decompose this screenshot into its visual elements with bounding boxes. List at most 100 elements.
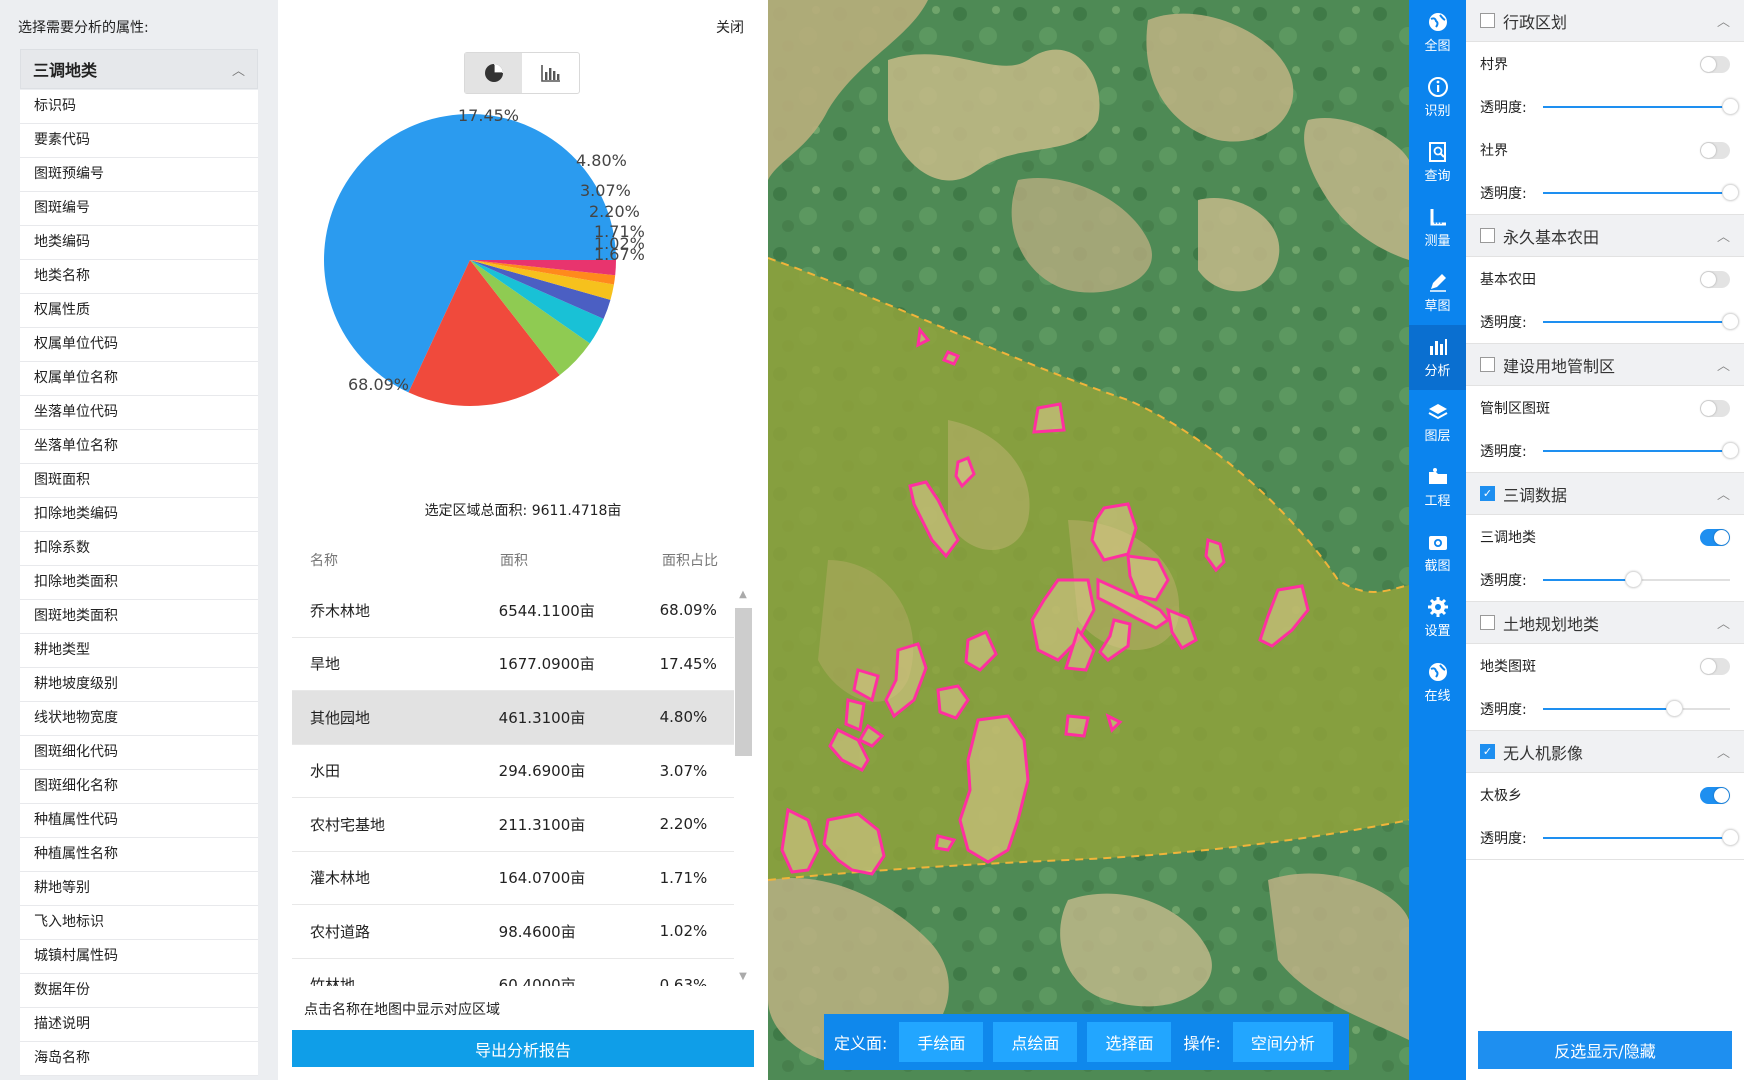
map-view[interactable]: 定义面: 手绘面 点绘面 选择面 操作: 空间分析: [768, 0, 1409, 1080]
tool-globe[interactable]: 在线: [1409, 650, 1466, 715]
attribute-item[interactable]: 耕地坡度级别: [20, 668, 258, 702]
attribute-item[interactable]: 地类名称: [20, 260, 258, 294]
layer-toggle[interactable]: [1700, 657, 1730, 675]
table-row[interactable]: 竹林地 60.4000亩 0.63%: [292, 959, 734, 986]
chevron-up-icon[interactable]: ︿: [1717, 226, 1730, 245]
scroll-down-icon[interactable]: ▼: [733, 968, 753, 986]
layer-section-header[interactable]: ✓ 无人机影像 ︿: [1466, 731, 1744, 773]
attribute-item[interactable]: 线状地物宽度: [20, 702, 258, 736]
opacity-slider-handle[interactable]: [1722, 442, 1739, 459]
tool-folder[interactable]: 工程: [1409, 455, 1466, 520]
table-scrollbar[interactable]: ▲ ▼: [733, 586, 753, 986]
attribute-item[interactable]: 扣除地类编码: [20, 498, 258, 532]
attribute-item[interactable]: 图斑细化代码: [20, 736, 258, 770]
tool-camera[interactable]: 截图: [1409, 520, 1466, 585]
attribute-item[interactable]: 耕地等别: [20, 872, 258, 906]
attribute-item[interactable]: 城镇村属性码: [20, 940, 258, 974]
attribute-item[interactable]: 扣除地类面积: [20, 566, 258, 600]
opacity-slider[interactable]: [1542, 700, 1730, 717]
layer-toggle[interactable]: [1700, 399, 1730, 417]
tool-pen[interactable]: 草图: [1409, 260, 1466, 325]
attribute-item[interactable]: 描述说明: [20, 1008, 258, 1042]
attribute-item[interactable]: 飞入地标识: [20, 906, 258, 940]
layer-section-header[interactable]: ✓ 三调数据 ︿: [1466, 473, 1744, 515]
tool-gear[interactable]: 设置: [1409, 585, 1466, 650]
table-row[interactable]: 水田 294.6900亩 3.07%: [292, 745, 734, 798]
table-row[interactable]: 灌木林地 164.0700亩 1.71%: [292, 852, 734, 905]
chevron-up-icon[interactable]: ︿: [1717, 742, 1730, 761]
chevron-up-icon[interactable]: ︿: [1717, 11, 1730, 30]
layer-checkbox[interactable]: [1480, 357, 1495, 372]
layer-section-header[interactable]: 永久基本农田 ︿: [1466, 215, 1744, 257]
spatial-analysis-button[interactable]: 空间分析: [1232, 1022, 1333, 1062]
opacity-slider-handle[interactable]: [1722, 98, 1739, 115]
layer-toggle[interactable]: [1700, 528, 1730, 546]
opacity-slider[interactable]: [1542, 184, 1739, 201]
layer-section-header[interactable]: 土地规划地类 ︿: [1466, 602, 1744, 644]
opacity-slider-handle[interactable]: [1722, 829, 1739, 846]
layer-checkbox[interactable]: [1480, 228, 1495, 243]
attribute-item[interactable]: 坐落单位代码: [20, 396, 258, 430]
attribute-item[interactable]: 标识码: [20, 90, 258, 124]
close-button[interactable]: 关闭: [716, 17, 744, 37]
chevron-up-icon[interactable]: ︿: [1717, 355, 1730, 374]
attribute-item[interactable]: 扣除系数: [20, 532, 258, 566]
layer-toggle[interactable]: [1700, 786, 1730, 804]
chevron-up-icon[interactable]: ︿: [1717, 484, 1730, 503]
attribute-item[interactable]: 数据年份: [20, 974, 258, 1008]
tool-ruler[interactable]: 测量: [1409, 195, 1466, 260]
attribute-item[interactable]: 图斑编号: [20, 192, 258, 226]
tool-info[interactable]: 识别: [1409, 65, 1466, 130]
opacity-slider-handle[interactable]: [1722, 313, 1739, 330]
opacity-slider[interactable]: [1542, 313, 1739, 330]
attribute-item[interactable]: 要素代码: [20, 124, 258, 158]
attribute-item[interactable]: 权属单位名称: [20, 362, 258, 396]
attribute-item[interactable]: 种植属性名称: [20, 838, 258, 872]
layer-checkbox[interactable]: ✓: [1480, 744, 1495, 759]
table-row[interactable]: 农村宅基地 211.3100亩 2.20%: [292, 798, 734, 852]
export-report-button[interactable]: 导出分析报告: [292, 1030, 754, 1067]
opacity-slider[interactable]: [1542, 98, 1739, 115]
invert-visibility-button[interactable]: 反选显示/隐藏: [1478, 1031, 1732, 1069]
opacity-slider[interactable]: [1542, 829, 1739, 846]
opacity-slider[interactable]: [1542, 442, 1739, 459]
attribute-item[interactable]: 地类编码: [20, 226, 258, 260]
opacity-slider-handle[interactable]: [1665, 700, 1683, 717]
tool-layers[interactable]: 图层: [1409, 390, 1466, 455]
layer-checkbox[interactable]: [1480, 615, 1495, 630]
attribute-item[interactable]: 图斑面积: [20, 464, 258, 498]
table-row[interactable]: 旱地 1677.0900亩 17.45%: [292, 638, 734, 691]
layer-checkbox[interactable]: ✓: [1480, 486, 1495, 501]
point-polygon-button[interactable]: 点绘面: [993, 1022, 1078, 1062]
layer-section-header[interactable]: 行政区划 ︿: [1466, 0, 1744, 42]
scroll-thumb[interactable]: [735, 608, 752, 756]
freehand-polygon-button[interactable]: 手绘面: [899, 1022, 984, 1062]
chevron-up-icon[interactable]: ︿: [1717, 613, 1730, 632]
scroll-up-icon[interactable]: ▲: [733, 586, 753, 604]
bar-chart-toggle[interactable]: [522, 53, 579, 93]
attribute-item[interactable]: 种植属性代码: [20, 804, 258, 838]
attribute-item[interactable]: 权属性质: [20, 294, 258, 328]
layer-section-header[interactable]: 建设用地管制区 ︿: [1466, 344, 1744, 386]
opacity-slider-handle[interactable]: [1624, 571, 1642, 588]
tool-chart[interactable]: 分析: [1409, 325, 1466, 390]
table-row[interactable]: 农村道路 98.4600亩 1.02%: [292, 905, 734, 959]
opacity-slider[interactable]: [1542, 571, 1730, 588]
layer-toggle[interactable]: [1700, 270, 1730, 288]
opacity-slider-handle[interactable]: [1722, 184, 1739, 201]
select-polygon-button[interactable]: 选择面: [1087, 1022, 1172, 1062]
table-row[interactable]: 其他园地 461.3100亩 4.80%: [292, 691, 734, 745]
tool-globe[interactable]: 全图: [1409, 0, 1466, 65]
attribute-item[interactable]: 坐落单位名称: [20, 430, 258, 464]
layer-toggle[interactable]: [1700, 55, 1730, 73]
table-row[interactable]: 乔木林地 6544.1100亩 68.09%: [292, 584, 734, 638]
layer-checkbox[interactable]: [1480, 13, 1495, 28]
attribute-item[interactable]: 图斑地类面积: [20, 600, 258, 634]
attribute-item[interactable]: 海岛名称: [20, 1042, 258, 1076]
attribute-group-header[interactable]: 三调地类 ︿: [20, 49, 258, 89]
tool-query[interactable]: 查询: [1409, 130, 1466, 195]
attribute-item[interactable]: 图斑细化名称: [20, 770, 258, 804]
attribute-item[interactable]: 图斑预编号: [20, 158, 258, 192]
pie-chart-toggle[interactable]: [465, 53, 522, 93]
attribute-item[interactable]: 权属单位代码: [20, 328, 258, 362]
